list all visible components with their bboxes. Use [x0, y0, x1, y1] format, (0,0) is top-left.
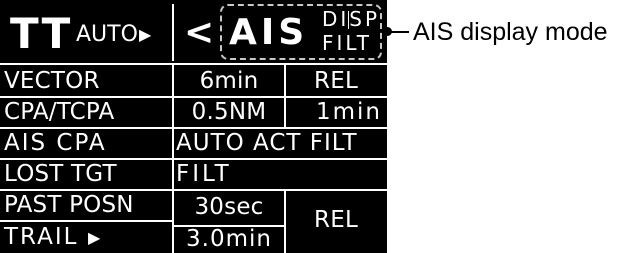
ais-label: AIS [229, 12, 309, 53]
row-label-vector[interactable]: VECTOR [4, 70, 100, 93]
disp-label: DISP [322, 7, 381, 31]
ais-cpa-value[interactable]: AUTO ACT FILT [176, 132, 358, 155]
filt-label: FILT [322, 31, 373, 55]
trail-time-value[interactable]: 3.0min [174, 228, 284, 251]
label-column-divider [172, 65, 174, 253]
past-posn-mode-value[interactable]: REL [286, 209, 386, 232]
expand-arrow-icon[interactable]: ▶ [139, 27, 151, 43]
cpa-value[interactable]: 0.5NM [174, 101, 284, 124]
row-separator [0, 96, 387, 98]
header-divider [172, 4, 174, 61]
trail-arrow-icon[interactable]: ▶ [88, 230, 100, 246]
row-label-cpa-tcpa[interactable]: CPA/TCPA [4, 101, 114, 124]
vector-mode-value[interactable]: REL [286, 70, 386, 93]
auto-label: AUTO [76, 22, 138, 47]
disp-separator [348, 11, 349, 29]
back-arrow-icon[interactable]: < [184, 15, 214, 51]
row-separator [0, 158, 387, 160]
past-posn-time-value[interactable]: 30sec [174, 196, 284, 219]
callout-label: AIS display mode [413, 18, 608, 46]
row-label-past-posn[interactable]: PAST POSN [4, 194, 134, 217]
row-separator [0, 189, 387, 191]
ais-menu-figure: TT AUTO ▶ < AIS DISP FILT AIS display mo… [0, 0, 622, 253]
vector-length-value[interactable]: 6min [174, 70, 284, 93]
tt-label: TT [10, 9, 73, 58]
callout-dot-icon [383, 27, 392, 36]
row-separator [0, 220, 172, 222]
row-label-lost-tgt[interactable]: LOST TGT [4, 163, 117, 186]
row-label-trail[interactable]: TRAIL [4, 226, 78, 249]
tcpa-value[interactable]: 1min [316, 101, 382, 124]
row-label-ais-cpa[interactable]: AIS CPA [4, 132, 107, 155]
row-separator [0, 127, 387, 129]
lost-tgt-value[interactable]: FILT [176, 163, 232, 186]
